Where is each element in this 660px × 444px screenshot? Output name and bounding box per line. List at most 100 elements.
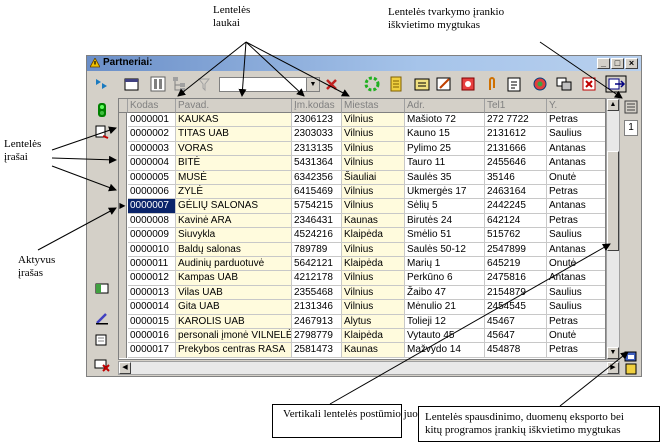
cell-y[interactable]: Saulius <box>547 300 605 315</box>
row-indicator[interactable] <box>119 228 127 243</box>
cell-pavad[interactable]: GĖLIŲ SALONAS <box>176 199 292 214</box>
row-indicator[interactable] <box>119 127 127 142</box>
cell-tel1[interactable]: 45467 <box>485 314 547 329</box>
cell-im-kodas[interactable]: 6342356 <box>292 170 342 185</box>
cell-im-kodas[interactable]: 789789 <box>292 242 342 257</box>
cell-kodas[interactable]: 0000013 <box>128 285 176 301</box>
cell-tel1[interactable]: 2131612 <box>485 127 547 142</box>
table-row[interactable]: 0000014 Gita UAB 2131346 Vilnius Mėnulio 21 2… <box>119 300 605 315</box>
cell-adr[interactable]: Perkūno 6 <box>405 271 485 286</box>
cell-im-kodas[interactable]: 5754215 <box>292 199 342 214</box>
export-tools-icon[interactable] <box>623 350 639 364</box>
print-tools-icon[interactable] <box>623 363 639 375</box>
cell-tel1[interactable]: 2475816 <box>485 271 547 286</box>
cell-adr[interactable]: Tolieji 12 <box>405 314 485 329</box>
table-row[interactable]: 0000004 BITĖ 5431364 Vilnius Tauro 11 2455646… <box>119 156 605 171</box>
table-row[interactable]: 0000001 KAUKAS 2306123 Vilnius Mašioto 72 272… <box>119 113 605 128</box>
cell-miestas[interactable]: Klaipėda <box>342 257 405 272</box>
import-icon[interactable] <box>413 75 431 93</box>
combo-arrow-icon[interactable]: ▼ <box>306 78 319 91</box>
table-row[interactable]: 0000002 TITAS UAB 2303033 Vilnius Kauno 15 21… <box>119 127 605 142</box>
table-settings-icon[interactable] <box>123 75 141 93</box>
cell-kodas[interactable]: 0000006 <box>128 185 176 200</box>
cell-kodas[interactable]: 0000011 <box>128 257 176 272</box>
cell-im-kodas[interactable]: 2346431 <box>292 213 342 229</box>
cell-adr[interactable]: Mašioto 72 <box>405 113 485 128</box>
clear-filter-icon[interactable] <box>323 75 341 93</box>
horizontal-scrollbar[interactable]: ◀ ▶ <box>118 361 620 375</box>
cell-pavad[interactable]: KAROLIS UAB <box>176 314 292 329</box>
cell-adr[interactable]: Birutės 24 <box>405 213 485 229</box>
delete-row-icon[interactable] <box>94 356 110 372</box>
cell-miestas[interactable]: Vilnius <box>342 285 405 301</box>
cell-y[interactable]: Onutė <box>547 257 605 272</box>
cell-adr[interactable]: Mėnulio 21 <box>405 300 485 315</box>
cell-y[interactable]: Antanas <box>547 142 605 157</box>
cell-y[interactable]: Antanas <box>547 199 605 214</box>
edit-icon[interactable] <box>435 75 453 93</box>
cell-kodas[interactable]: 0000015 <box>128 314 176 329</box>
title-bar[interactable]: Partneriai: _ □ × <box>87 56 641 71</box>
cell-pavad[interactable]: VORAS <box>176 141 292 157</box>
vertical-scrollbar[interactable]: ▲ ▼ <box>606 98 620 360</box>
cell-y[interactable]: Petras <box>547 315 605 329</box>
row-indicator[interactable] <box>119 300 127 315</box>
cell-pavad[interactable]: Kampas UAB <box>176 271 292 286</box>
cell-im-kodas[interactable]: 5431364 <box>292 156 342 171</box>
table-row[interactable]: 0000011 Audinių parduotuvė 5642121 Klaipėda… <box>119 257 605 272</box>
table-row[interactable]: ▶ 0000007 GĖLIŲ SALONAS 5754215 Vilnius Sėlių… <box>119 199 605 214</box>
cell-miestas[interactable]: Vilnius <box>342 156 405 171</box>
row-indicator[interactable] <box>119 329 127 344</box>
cell-y[interactable]: Petras <box>547 185 605 200</box>
cell-y[interactable]: Antanas <box>547 243 605 257</box>
column-header-im-kodas[interactable]: Įm.kodas <box>292 99 342 113</box>
web-icon[interactable] <box>531 75 549 93</box>
cell-tel1[interactable]: 515762 <box>485 228 547 243</box>
columns-view-icon[interactable] <box>149 75 167 93</box>
cell-miestas[interactable]: Vilnius <box>342 242 405 257</box>
row-indicator[interactable] <box>119 113 127 128</box>
table-row[interactable]: 0000003 VORAS 2313135 Vilnius Pylimo 25 21316… <box>119 141 605 157</box>
close-button[interactable]: × <box>625 58 638 69</box>
cell-adr[interactable]: Saulės 35 <box>405 170 485 185</box>
pen-edit-icon[interactable] <box>94 310 110 326</box>
cell-adr[interactable]: Pylimo 25 <box>405 141 485 157</box>
cell-kodas[interactable]: 0000009 <box>128 228 176 243</box>
scroll-left-button[interactable]: ◀ <box>119 362 131 374</box>
column-header-miestas[interactable]: Miestas <box>342 99 405 113</box>
active-row-indicator[interactable]: ▶ <box>119 199 127 214</box>
cell-im-kodas[interactable]: 2313135 <box>292 141 342 157</box>
refresh-icon[interactable] <box>363 75 381 93</box>
scroll-down-button[interactable]: ▼ <box>607 347 619 359</box>
column-header-y[interactable]: Y. <box>547 99 605 113</box>
cell-adr[interactable]: Vytauto 45 <box>405 329 485 344</box>
cell-adr[interactable]: Saulės 50-12 <box>405 242 485 257</box>
column-header-tel1[interactable]: Tel1 <box>485 99 547 113</box>
data-add-icon[interactable] <box>94 280 110 296</box>
cell-tel1[interactable]: 642124 <box>485 213 547 229</box>
cell-miestas[interactable]: Vilnius <box>342 300 405 315</box>
cell-pavad[interactable]: MUSĖ <box>176 170 292 185</box>
cell-y[interactable]: Petras <box>547 214 605 229</box>
cell-miestas[interactable]: Kaunas <box>342 343 405 358</box>
row-indicator[interactable] <box>119 242 127 257</box>
cell-adr[interactable]: Smėlio 51 <box>405 228 485 243</box>
new-record-icon[interactable] <box>94 124 110 140</box>
minimize-button[interactable]: _ <box>597 58 610 69</box>
cell-adr[interactable]: Tauro 11 <box>405 156 485 171</box>
cell-tel1[interactable]: 2455646 <box>485 156 547 171</box>
column-header-pavad[interactable]: Pavad. <box>176 99 292 113</box>
cell-miestas[interactable]: Klaipėda <box>342 228 405 243</box>
cell-pavad[interactable]: Baldų salonas <box>176 242 292 257</box>
cell-pavad[interactable]: Gita UAB <box>176 300 292 315</box>
filter-icon[interactable] <box>195 75 213 93</box>
cell-im-kodas[interactable]: 2581473 <box>292 343 342 358</box>
cell-kodas[interactable]: 0000004 <box>128 156 176 171</box>
row-indicator[interactable] <box>119 271 127 286</box>
cell-y[interactable]: Petras <box>547 343 605 358</box>
cell-miestas[interactable]: Vilnius <box>342 127 405 142</box>
close-windows-icon[interactable] <box>581 75 599 93</box>
table-row[interactable]: 0000012 Kampas UAB 4212178 Vilnius Perkūno 6… <box>119 271 605 286</box>
cell-pavad[interactable]: ZYLĖ <box>176 185 292 200</box>
cell-miestas[interactable]: Alytus <box>342 314 405 329</box>
